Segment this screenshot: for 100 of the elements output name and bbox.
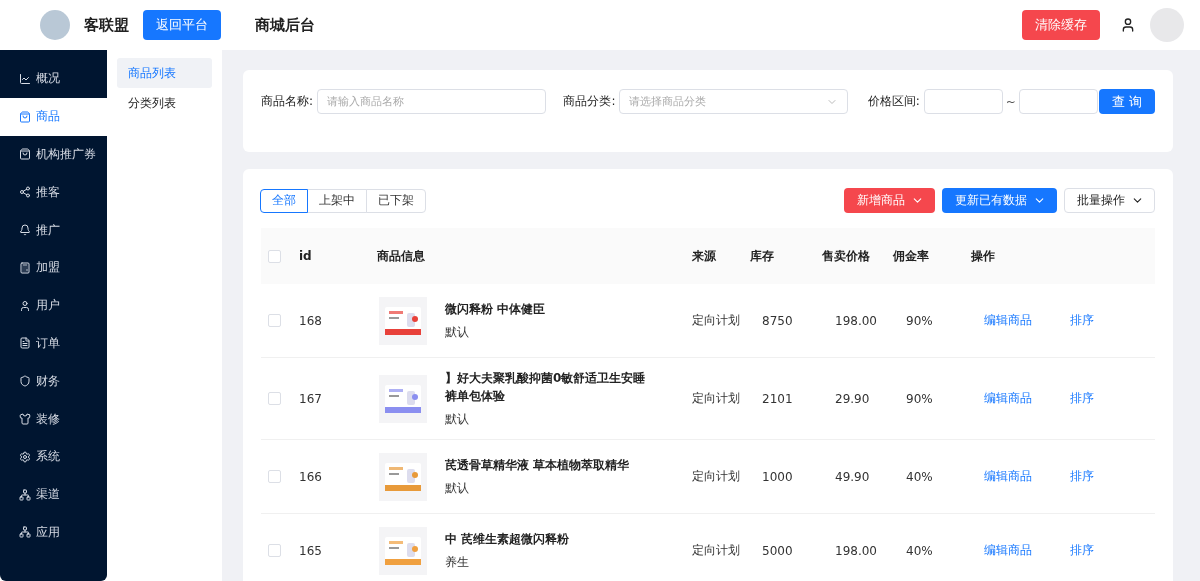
sidebar-label: 用户 — [36, 297, 60, 315]
table-cell: 90% — [906, 391, 933, 406]
checkbox[interactable] — [268, 470, 281, 483]
category-select[interactable]: 请选择商品分类 — [619, 89, 849, 114]
edit-link[interactable]: 编辑商品 — [984, 468, 1032, 485]
field-label: 商品分类: — [563, 93, 616, 110]
settings-icon — [19, 450, 31, 463]
product-title: 中 芪维生素超微闪释粉 — [445, 531, 571, 548]
product-title: 微闪释粉 中体健臣 — [445, 301, 547, 318]
page-title: 商城后台 — [255, 15, 315, 35]
submenu-item[interactable]: 分类列表 — [117, 88, 212, 118]
sidebar-item[interactable]: 推客 — [0, 173, 107, 212]
sort-link[interactable]: 排序 — [1070, 312, 1094, 329]
checkbox[interactable] — [268, 392, 281, 405]
checkbox[interactable] — [268, 249, 281, 263]
edit-link[interactable]: 编辑商品 — [984, 390, 1032, 407]
sidebar-label: 财务 — [36, 372, 60, 390]
sidebar-item[interactable]: 系统 — [0, 437, 107, 476]
sidebar-item[interactable]: 推广 — [0, 211, 107, 249]
table-cell: 90% — [906, 313, 933, 328]
product-tag: 默认 — [445, 480, 655, 497]
min-price-field[interactable] — [923, 89, 1003, 114]
edit-link[interactable]: 编辑商品 — [984, 542, 1032, 559]
table-cell: 40% — [906, 543, 933, 558]
sidebar-item[interactable]: 财务 — [0, 362, 107, 401]
shield-icon — [19, 375, 31, 388]
sidebar-label: 系统 — [36, 448, 60, 466]
filter-tab[interactable]: 上架中 — [307, 188, 367, 213]
back-button[interactable]: 返回平台 — [143, 10, 221, 40]
action-button[interactable]: 新增商品 — [844, 188, 935, 213]
product-tag: 默认 — [445, 411, 655, 428]
sidebar-label: 推广 — [36, 221, 60, 239]
sidebar-label: 商品 — [36, 108, 60, 126]
table-cell: 40% — [906, 469, 933, 484]
table-cell: 167 — [299, 391, 322, 406]
action-button[interactable]: 更新已有数据 — [942, 188, 1057, 213]
column-header: id — [299, 249, 312, 263]
table-cell: 1000 — [762, 469, 793, 484]
sort-link[interactable]: 排序 — [1070, 390, 1094, 407]
submenu-item[interactable]: 商品列表 — [117, 58, 212, 88]
shirt-icon — [19, 413, 31, 426]
checkbox[interactable] — [268, 314, 281, 327]
sidebar-item[interactable]: 装修 — [0, 400, 107, 438]
column-header: 售卖价格 — [822, 247, 870, 265]
sidebar-label: 机构推广券 — [36, 146, 96, 163]
user-icon — [19, 299, 31, 312]
bag-icon — [19, 110, 31, 123]
table-cell: 198.00 — [835, 543, 877, 558]
user-icon[interactable] — [1120, 17, 1136, 33]
table-cell: 2101 — [762, 391, 793, 406]
sidebar-label: 加盟 — [36, 259, 60, 277]
sidebar-item[interactable]: 应用 — [0, 513, 107, 552]
product-title: 芪透骨草精华液 草本植物萃取精华 — [445, 457, 631, 474]
table-cell: 49.90 — [835, 469, 870, 484]
network-icon — [19, 526, 31, 539]
bell-icon — [19, 224, 31, 237]
column-header: 商品信息 — [377, 247, 425, 265]
sidebar-item[interactable]: 加盟 — [0, 249, 107, 287]
checkbox[interactable] — [268, 544, 281, 557]
sidebar-item[interactable]: 机构推广券 — [0, 135, 107, 174]
column-header: 操作 — [971, 247, 995, 265]
brand-name: 客联盟 — [84, 15, 129, 35]
sidebar-item[interactable]: 商品 — [0, 97, 107, 136]
sidebar-label: 概况 — [36, 70, 60, 88]
table-cell: 166 — [299, 469, 322, 484]
sidebar-label: 装修 — [36, 410, 60, 428]
sidebar-item[interactable]: 渠道 — [0, 475, 107, 514]
clear-cache-button[interactable]: 清除缓存 — [1022, 10, 1100, 40]
bag-icon — [19, 148, 31, 161]
table-cell: 定向计划 — [692, 390, 740, 407]
calculator-icon — [19, 261, 31, 274]
sidebar-item[interactable]: 用户 — [0, 286, 107, 325]
sidebar-label: 订单 — [36, 334, 60, 352]
sidebar-label: 应用 — [36, 523, 60, 541]
filter-tab[interactable]: 已下架 — [366, 188, 426, 213]
table-cell: 8750 — [762, 313, 793, 328]
sidebar-item[interactable]: 订单 — [0, 324, 107, 363]
table-cell: 5000 — [762, 543, 793, 558]
action-button[interactable]: 批量操作 — [1064, 188, 1155, 213]
table-cell: 29.90 — [835, 391, 870, 406]
table-cell: 定向计划 — [692, 542, 740, 559]
table-cell: 165 — [299, 543, 322, 558]
chart-icon — [19, 72, 31, 85]
filter-tab[interactable]: 全部 — [260, 188, 308, 213]
sidebar-item[interactable]: 概况 — [0, 60, 107, 98]
max-price-field[interactable] — [1018, 89, 1098, 114]
sort-link[interactable]: 排序 — [1070, 468, 1094, 485]
product-title: 】好大夫聚乳酸抑菌0敏舒适卫生安睡裤单包体验 — [445, 370, 647, 405]
column-header: 佣金率 — [893, 247, 929, 265]
table-cell: 定向计划 — [692, 312, 740, 329]
field-label: 价格区间: — [867, 93, 920, 110]
sidebar-label: 渠道 — [36, 486, 60, 504]
product-tag: 默认 — [445, 324, 655, 341]
table-cell: 定向计划 — [692, 468, 740, 485]
edit-link[interactable]: 编辑商品 — [984, 312, 1032, 329]
sort-link[interactable]: 排序 — [1070, 542, 1094, 559]
share-icon — [19, 186, 31, 199]
search-button[interactable]: 查 询 — [1098, 89, 1155, 114]
product-name-field[interactable]: 请输入商品名称 — [317, 89, 546, 114]
product-tag: 养生 — [445, 554, 655, 571]
